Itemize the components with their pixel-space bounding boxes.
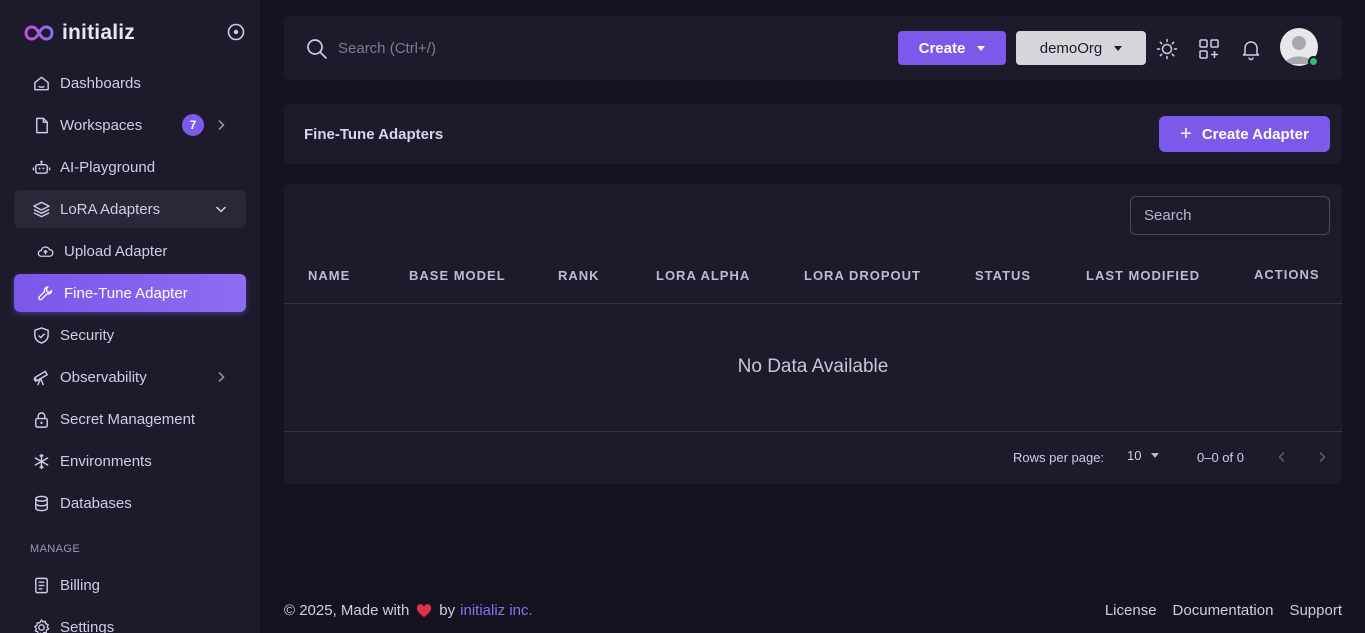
plus-icon: + [1180, 123, 1192, 145]
sidebar-item-label: Observability [60, 368, 147, 386]
caret-down-icon [1114, 45, 1123, 51]
sidebar-item-databases[interactable]: Databases [14, 484, 246, 522]
snowflake-icon [31, 451, 51, 471]
sidebar-item-environments[interactable]: Environments [14, 442, 246, 480]
column-header-name[interactable]: NAME [308, 268, 350, 283]
global-search-input[interactable] [338, 36, 638, 60]
heart-icon [416, 603, 432, 618]
sidebar-item-security[interactable]: Security [14, 316, 246, 354]
sidebar-item-label: Settings [60, 618, 115, 633]
caret-down-icon [1151, 453, 1160, 458]
column-header-rank[interactable]: RANK [558, 268, 600, 283]
sun-theme-icon[interactable] [1155, 37, 1179, 61]
column-header-status[interactable]: STATUS [975, 268, 1031, 283]
adapters-table: NAME BASE MODEL RANK LORA ALPHA LORA DRO… [284, 184, 1342, 484]
create-button[interactable]: Create [898, 31, 1006, 65]
bell-icon[interactable] [1239, 37, 1263, 61]
divider [284, 431, 1342, 432]
gear-icon [31, 617, 51, 633]
pagination-range: 0–0 of 0 [1197, 450, 1244, 465]
sidebar-item-fine-tune-adapter[interactable]: Fine-Tune Adapter [14, 274, 246, 312]
sidebar-item-lora-adapters[interactable]: LoRA Adapters [14, 190, 246, 228]
section-label-manage: MANAGE [30, 543, 81, 555]
database-icon [31, 493, 51, 513]
support-link[interactable]: Support [1289, 602, 1342, 619]
sidebar-item-label: Dashboards [60, 74, 141, 92]
org-name: demoOrg [1039, 39, 1103, 57]
receipt-icon [31, 575, 51, 595]
divider [284, 303, 1342, 304]
file-icon [31, 115, 51, 135]
create-button-label: Create [918, 39, 966, 57]
sidebar-item-ai-playground[interactable]: AI-Playground [14, 148, 246, 186]
sidebar-item-settings[interactable]: Settings [14, 608, 246, 633]
sidebar-collapse-icon[interactable] [227, 23, 245, 41]
rows-per-page-value: 10 [1127, 448, 1142, 463]
next-page-icon[interactable] [1314, 449, 1330, 465]
rows-per-page-select[interactable]: 10 [1127, 448, 1160, 463]
sidebar-item-workspaces[interactable]: Workspaces 7 [14, 106, 246, 144]
layers-icon [31, 199, 51, 219]
sidebar-item-label: Databases [60, 494, 132, 512]
brand[interactable]: initializ [24, 18, 135, 48]
lock-icon [31, 409, 51, 429]
column-header-last-modified[interactable]: LAST MODIFIED [1086, 268, 1200, 283]
apps-grid-add-icon[interactable] [1197, 37, 1221, 61]
wrench-icon [35, 283, 55, 303]
sidebar: initializ Dashboards Workspaces 7 AI-Pla… [0, 0, 260, 633]
chevron-right-icon [213, 369, 229, 385]
sidebar-item-label: Workspaces [60, 116, 143, 134]
page-header: Fine-Tune Adapters + Create Adapter [284, 104, 1342, 164]
chevron-down-icon [213, 201, 229, 217]
home-icon [31, 73, 51, 93]
column-header-base-model[interactable]: BASE MODEL [409, 268, 506, 283]
infinity-logo-icon [24, 22, 54, 44]
sidebar-item-upload-adapter[interactable]: Upload Adapter [14, 232, 246, 270]
column-header-actions: ACTIONS [1254, 267, 1320, 282]
chevron-right-icon [213, 117, 229, 133]
sidebar-item-dashboards[interactable]: Dashboards [14, 64, 246, 102]
sidebar-item-label: LoRA Adapters [60, 200, 161, 218]
column-header-lora-alpha[interactable]: LORA ALPHA [656, 268, 750, 283]
page-title: Fine-Tune Adapters [304, 126, 444, 143]
sidebar-item-billing[interactable]: Billing [14, 566, 246, 604]
sidebar-item-label: Security [60, 326, 115, 344]
count-badge: 7 [182, 114, 204, 136]
robot-icon [31, 157, 51, 177]
rows-per-page-label: Rows per page: [1013, 450, 1105, 465]
empty-state-text: No Data Available [737, 356, 889, 377]
telescope-icon [31, 367, 51, 387]
create-adapter-button[interactable]: + Create Adapter [1159, 116, 1330, 152]
table-search-input[interactable] [1130, 196, 1330, 235]
by-text: by [439, 602, 456, 619]
shield-check-icon [31, 325, 51, 345]
sidebar-item-observability[interactable]: Observability [14, 358, 246, 396]
previous-page-icon[interactable] [1274, 449, 1290, 465]
brand-name: initializ [62, 21, 135, 44]
company-link[interactable]: initializ inc. [460, 602, 533, 619]
footer-copyright: © 2025, Made with by initializ inc. [284, 602, 533, 619]
sidebar-item-label: Upload Adapter [64, 242, 168, 260]
column-header-lora-dropout[interactable]: LORA DROPOUT [804, 268, 921, 283]
footer-links: License Documentation Support [1105, 602, 1342, 619]
search-icon[interactable] [306, 38, 328, 60]
license-link[interactable]: License [1105, 602, 1157, 619]
copyright-text: © 2025, Made with [284, 602, 410, 619]
sidebar-item-secret-management[interactable]: Secret Management [14, 400, 246, 438]
online-status-dot [1308, 56, 1319, 67]
sidebar-item-label: Secret Management [60, 410, 196, 428]
create-adapter-label: Create Adapter [1201, 125, 1309, 143]
sidebar-item-label: Fine-Tune Adapter [64, 284, 188, 302]
topbar: Create demoOrg [284, 16, 1342, 80]
caret-down-icon [977, 45, 986, 51]
sidebar-item-label: Billing [60, 576, 101, 594]
cloud-upload-icon [35, 241, 55, 261]
sidebar-item-label: Environments [60, 452, 152, 470]
documentation-link[interactable]: Documentation [1173, 602, 1274, 619]
sidebar-item-label: AI-Playground [60, 158, 156, 176]
org-switcher-button[interactable]: demoOrg [1016, 31, 1146, 65]
